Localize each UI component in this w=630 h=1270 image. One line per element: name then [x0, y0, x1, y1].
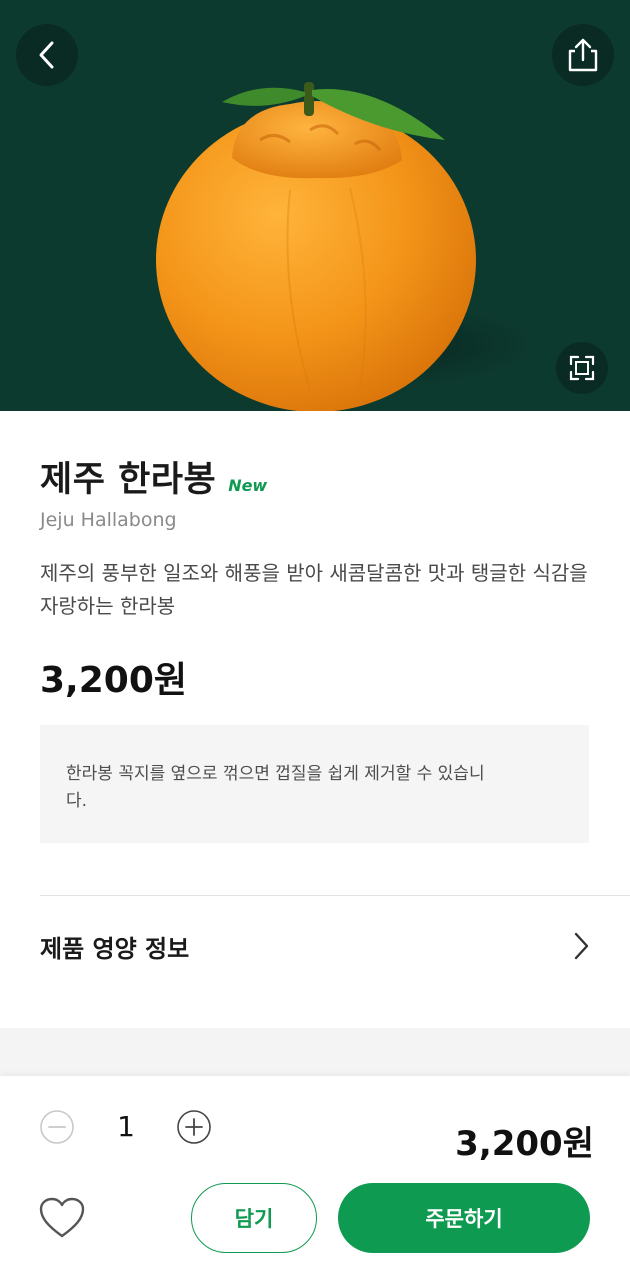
share-button[interactable] [552, 24, 614, 86]
fullscreen-button[interactable] [556, 342, 608, 394]
nutrition-info-label: 제품 영양 정보 [40, 934, 190, 963]
chevron-left-icon [39, 41, 54, 69]
product-title: 제주 한라봉 [40, 460, 217, 500]
chevron-right-icon [574, 932, 589, 960]
heart-icon [39, 1197, 85, 1238]
hallabong-image [156, 82, 476, 411]
favorite-button[interactable] [38, 1196, 86, 1240]
quantity-value: 1 [117, 1110, 135, 1143]
title-row: 제주 한라봉 New [40, 451, 267, 502]
order-bar: 1 3,200원 담기 주문하기 [0, 1076, 630, 1270]
minus-circle-icon [40, 1110, 74, 1144]
share-icon [568, 38, 598, 72]
nutrition-info-link[interactable]: 제품 영양 정보 [40, 896, 590, 996]
notice-text: 한라봉 꼭지를 옆으로 꺾으면 껍질을 쉽게 제거할 수 있습니다. [66, 764, 485, 811]
back-button[interactable] [16, 24, 78, 86]
section-spacer [0, 1028, 630, 1076]
add-to-cart-button[interactable]: 담기 [191, 1183, 317, 1253]
total-price: 3,200원 [455, 1124, 594, 1164]
fullscreen-icon [569, 355, 595, 381]
new-badge: New [228, 476, 268, 495]
quantity-decrease-button[interactable] [39, 1109, 75, 1145]
quantity-increase-button[interactable] [176, 1109, 212, 1145]
product-price: 3,200원 [40, 660, 187, 701]
product-image [0, 0, 630, 411]
order-button[interactable]: 주문하기 [338, 1183, 590, 1253]
notice-box: 한라봉 꼭지를 옆으로 꺾으면 껍질을 쉽게 제거할 수 있습니다. [40, 725, 589, 843]
plus-circle-icon [177, 1110, 211, 1144]
product-english-name: Jeju Hallabong [40, 509, 177, 531]
product-description: 제주의 풍부한 일조와 해풍을 받아 새콤달콤한 맛과 탱글한 식감을 자랑하는… [40, 561, 588, 618]
